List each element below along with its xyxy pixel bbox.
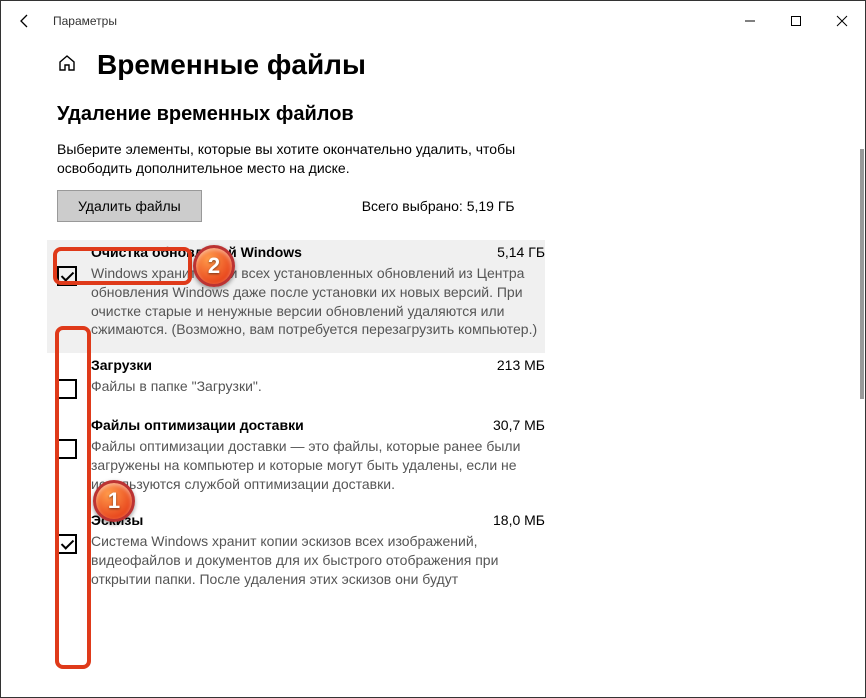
item-size: 30,7 МБ — [493, 417, 545, 433]
item-name: Файлы оптимизации доставки — [91, 417, 304, 433]
item-checkbox[interactable] — [57, 534, 77, 554]
instruction-text: Выберите элементы, которые вы хотите око… — [57, 140, 545, 178]
maximize-button[interactable] — [773, 1, 819, 41]
section-title: Удаление временных файлов — [57, 103, 545, 126]
item-size: 18,0 МБ — [493, 512, 545, 528]
temp-file-item: Файлы оптимизации доставки 30,7 МБ Файлы о… — [57, 413, 545, 508]
item-name: Эскизы — [91, 512, 143, 528]
item-checkbox[interactable] — [57, 439, 77, 459]
home-icon[interactable] — [57, 53, 77, 78]
item-checkbox[interactable] — [57, 266, 77, 286]
item-name: Очистка обновлений Windows — [91, 244, 302, 260]
item-description: Файлы оптимизации доставки — это файлы, … — [91, 437, 545, 494]
item-description: Windows хранит копии всех установленных … — [91, 264, 545, 340]
item-description: Файлы в папке "Загрузки". — [91, 377, 545, 396]
minimize-button[interactable] — [727, 1, 773, 41]
scrollbar[interactable] — [860, 149, 864, 399]
page-title: Временные файлы — [97, 49, 366, 81]
item-size: 213 МБ — [497, 357, 545, 373]
item-checkbox[interactable] — [57, 379, 77, 399]
close-button[interactable] — [819, 1, 865, 41]
item-description: Система Windows хранит копии эскизов все… — [91, 532, 545, 589]
total-selected-label: Всего выбрано: 5,19 ГБ — [362, 198, 515, 214]
delete-files-button[interactable]: Удалить файлы — [57, 190, 202, 222]
back-button[interactable] — [9, 5, 41, 37]
temp-file-item: Загрузки 213 МБ Файлы в папке "Загрузки". — [57, 353, 545, 413]
window-title: Параметры — [53, 14, 727, 28]
item-name: Загрузки — [91, 357, 152, 373]
item-size: 5,14 ГБ — [497, 244, 545, 260]
temp-file-item: Эскизы 18,0 МБ Система Windows хранит копи… — [57, 508, 545, 603]
temp-file-item: Очистка обновлений Windows 5,14 ГБ Windows… — [47, 240, 545, 354]
